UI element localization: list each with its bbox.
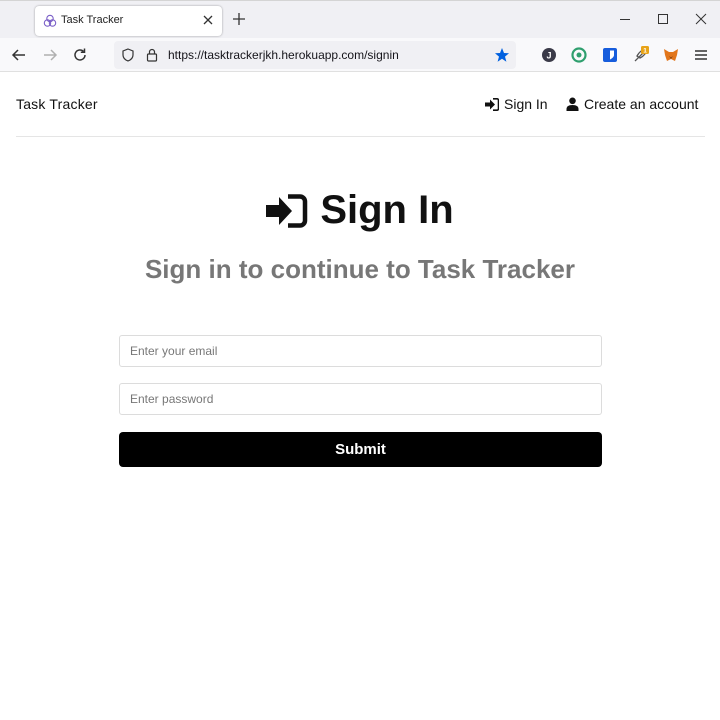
brand-logo-text[interactable]: Task Tracker (16, 96, 98, 112)
header-signin-link[interactable]: Sign In (485, 96, 548, 112)
browser-tab-title: Task Tracker (61, 14, 124, 26)
site-header: Task Tracker Sign In Create an account (16, 72, 705, 137)
user-icon (566, 97, 579, 111)
browser-nav-bar: https://tasktrackerjkh.herokuapp.com/sig… (0, 38, 720, 72)
page-subtitle: Sign in to continue to Task Tracker (144, 254, 576, 284)
maximize-icon[interactable] (657, 13, 669, 25)
tracking-shield-icon[interactable] (121, 48, 135, 62)
signin-arrow-icon (485, 97, 499, 111)
back-arrow-icon[interactable] (10, 46, 28, 64)
bitwarden-shield-icon[interactable] (601, 46, 619, 64)
lock-icon[interactable] (145, 48, 159, 62)
password-input[interactable] (119, 383, 602, 415)
metamask-fox-icon[interactable] (662, 46, 680, 64)
menu-hamburger-icon[interactable] (692, 46, 710, 64)
url-text: https://tasktrackerjkh.herokuapp.com/sig… (168, 48, 399, 62)
header-create-account-label: Create an account (584, 96, 699, 112)
bookmark-star-icon[interactable] (494, 47, 510, 63)
browser-tab[interactable]: Task Tracker (35, 6, 222, 36)
email-input[interactable] (119, 335, 602, 367)
header-signin-label: Sign In (504, 96, 548, 112)
forward-arrow-icon[interactable] (41, 46, 59, 64)
header-create-account-link[interactable]: Create an account (566, 96, 698, 112)
page-title: Sign In (0, 188, 720, 233)
browser-tab-bar: Task Tracker (0, 0, 720, 38)
new-tab-plus-icon[interactable] (232, 12, 246, 26)
reload-icon[interactable] (71, 46, 89, 64)
minimize-icon[interactable] (619, 13, 631, 25)
page-title-text: Sign In (320, 188, 454, 232)
signin-arrow-large-icon (266, 193, 308, 228)
task-tracker-favicon-icon (43, 14, 57, 27)
extension-badge: 1 (643, 48, 647, 55)
window-close-icon[interactable] (695, 13, 707, 25)
extension-circle-icon[interactable] (570, 46, 588, 64)
tab-close-icon[interactable] (202, 14, 214, 26)
extension-j-letter: J (546, 51, 551, 61)
submit-button[interactable]: Submit (119, 432, 602, 467)
url-bar[interactable]: https://tasktrackerjkh.herokuapp.com/sig… (114, 41, 516, 69)
extension-j-icon[interactable]: J (540, 46, 558, 64)
extension-feather-icon[interactable]: 1 (632, 46, 650, 64)
